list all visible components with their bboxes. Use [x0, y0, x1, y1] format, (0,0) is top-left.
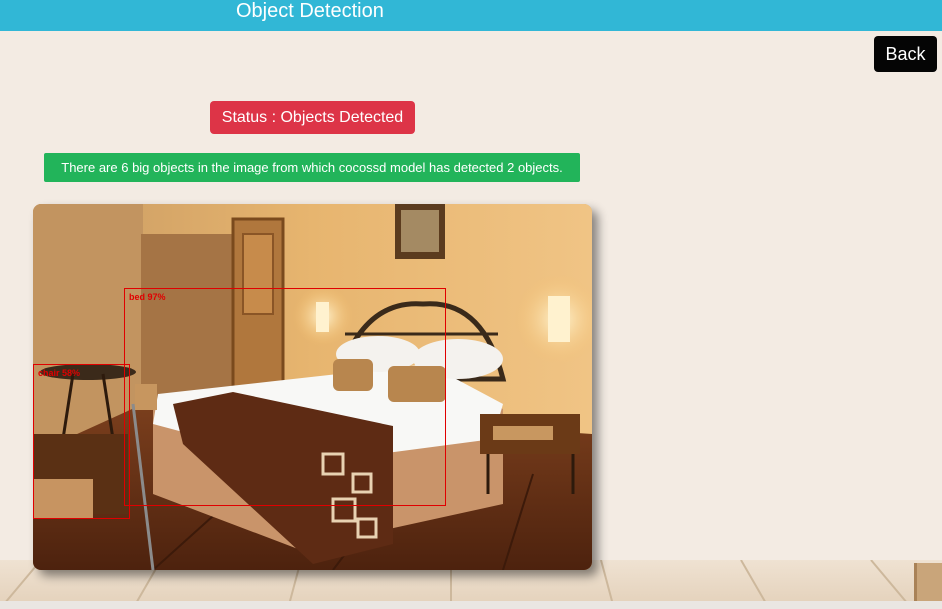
status-badge: Status : Objects Detected — [210, 101, 415, 134]
header-bar: Object Detection — [0, 0, 942, 31]
bottom-strip — [0, 601, 942, 609]
bench-decoration — [914, 563, 942, 601]
detection-info-message: There are 6 big objects in the image fro… — [44, 153, 580, 182]
back-button[interactable]: Back — [874, 36, 937, 72]
bedroom-photo — [33, 204, 592, 570]
page-title: Object Detection — [236, 0, 384, 22]
detection-image: bed 97% chair 58% — [33, 204, 592, 570]
